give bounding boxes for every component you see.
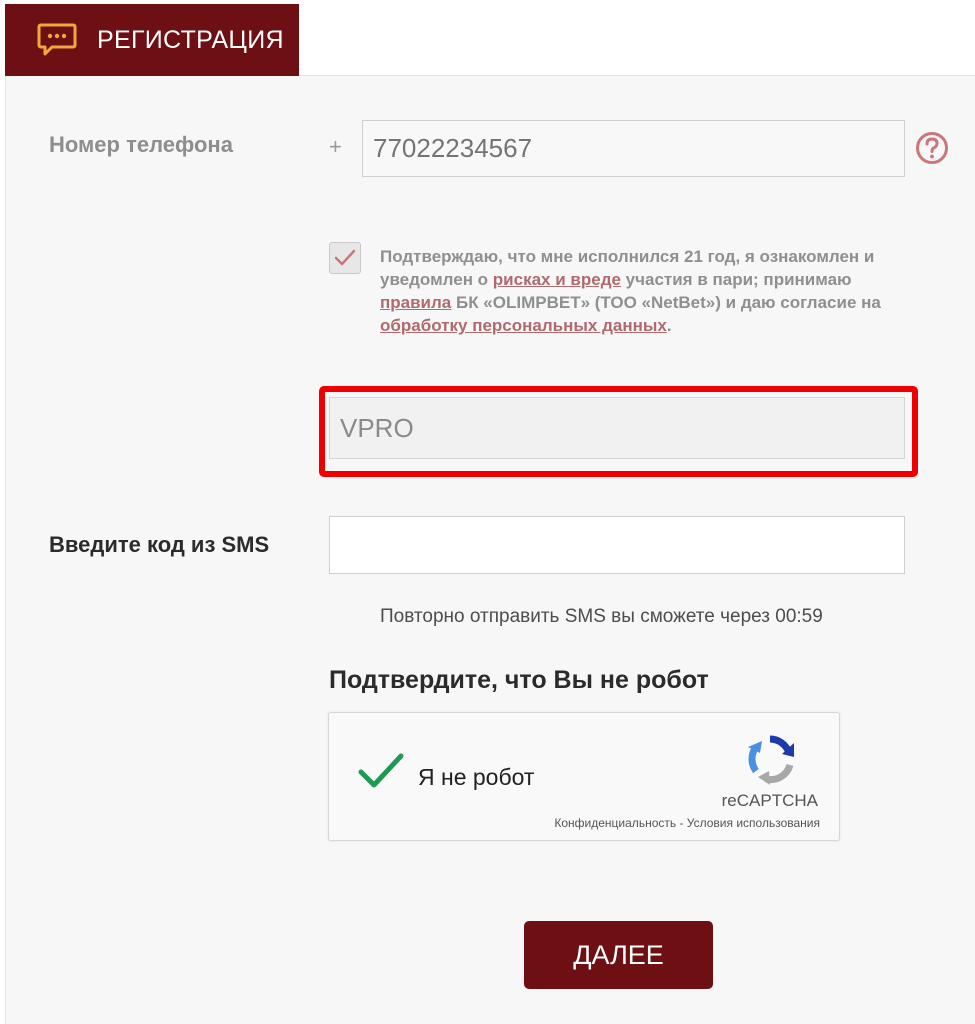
chat-icon <box>37 23 77 56</box>
recaptcha-logo-icon <box>748 735 794 785</box>
recaptcha-brand: reCAPTCHA <box>721 791 818 810</box>
registration-tab[interactable]: РЕГИСТРАЦИЯ <box>5 4 299 76</box>
risks-link[interactable]: рисках и вреде <box>493 270 621 289</box>
privacy-link[interactable]: Конфиденциальность <box>554 816 676 830</box>
captcha-label: Я не робот <box>418 764 535 790</box>
sms-code-input[interactable] <box>329 516 905 574</box>
rules-link[interactable]: правила <box>380 293 451 312</box>
checkmark-icon <box>334 249 356 266</box>
agreement-text-part: . <box>666 316 672 335</box>
question-icon[interactable] <box>915 131 949 165</box>
captcha-heading: Подтвердите, что Вы не робот <box>329 666 709 694</box>
agreement-text-part: БК «OLIMPBET» (ТОО «NetBet») и даю согла… <box>451 293 881 312</box>
agreement-checkbox[interactable] <box>329 242 361 274</box>
check-icon[interactable] <box>357 751 405 791</box>
recaptcha-links: Конфиденциальность - Условия использован… <box>554 816 820 830</box>
tab-label: РЕГИСТРАЦИЯ <box>97 25 284 54</box>
phone-label: Номер телефона <box>49 132 233 157</box>
personal-data-link[interactable]: обработку персональных данных <box>380 316 667 335</box>
sms-code-label: Введите код из SMS <box>49 532 270 557</box>
phone-prefix: + <box>329 134 342 159</box>
agreement-text: Подтверждаю, что мне исполнился 21 год, … <box>380 245 905 337</box>
promo-code-input[interactable]: VPRO <box>329 397 905 459</box>
recaptcha-widget[interactable]: Я не робот reCAPTCHA Конфиденциальность … <box>328 712 840 841</box>
next-button[interactable]: ДАЛЕЕ <box>524 921 713 989</box>
terms-link[interactable]: Условия использования <box>687 816 820 830</box>
links-separator: - <box>676 816 687 830</box>
agreement-text-part: участия в пари; принимаю <box>620 270 852 289</box>
resend-sms-text: Повторно отправить SMS вы сможете через … <box>380 606 823 627</box>
phone-input[interactable]: 77022234567 <box>362 120 905 177</box>
